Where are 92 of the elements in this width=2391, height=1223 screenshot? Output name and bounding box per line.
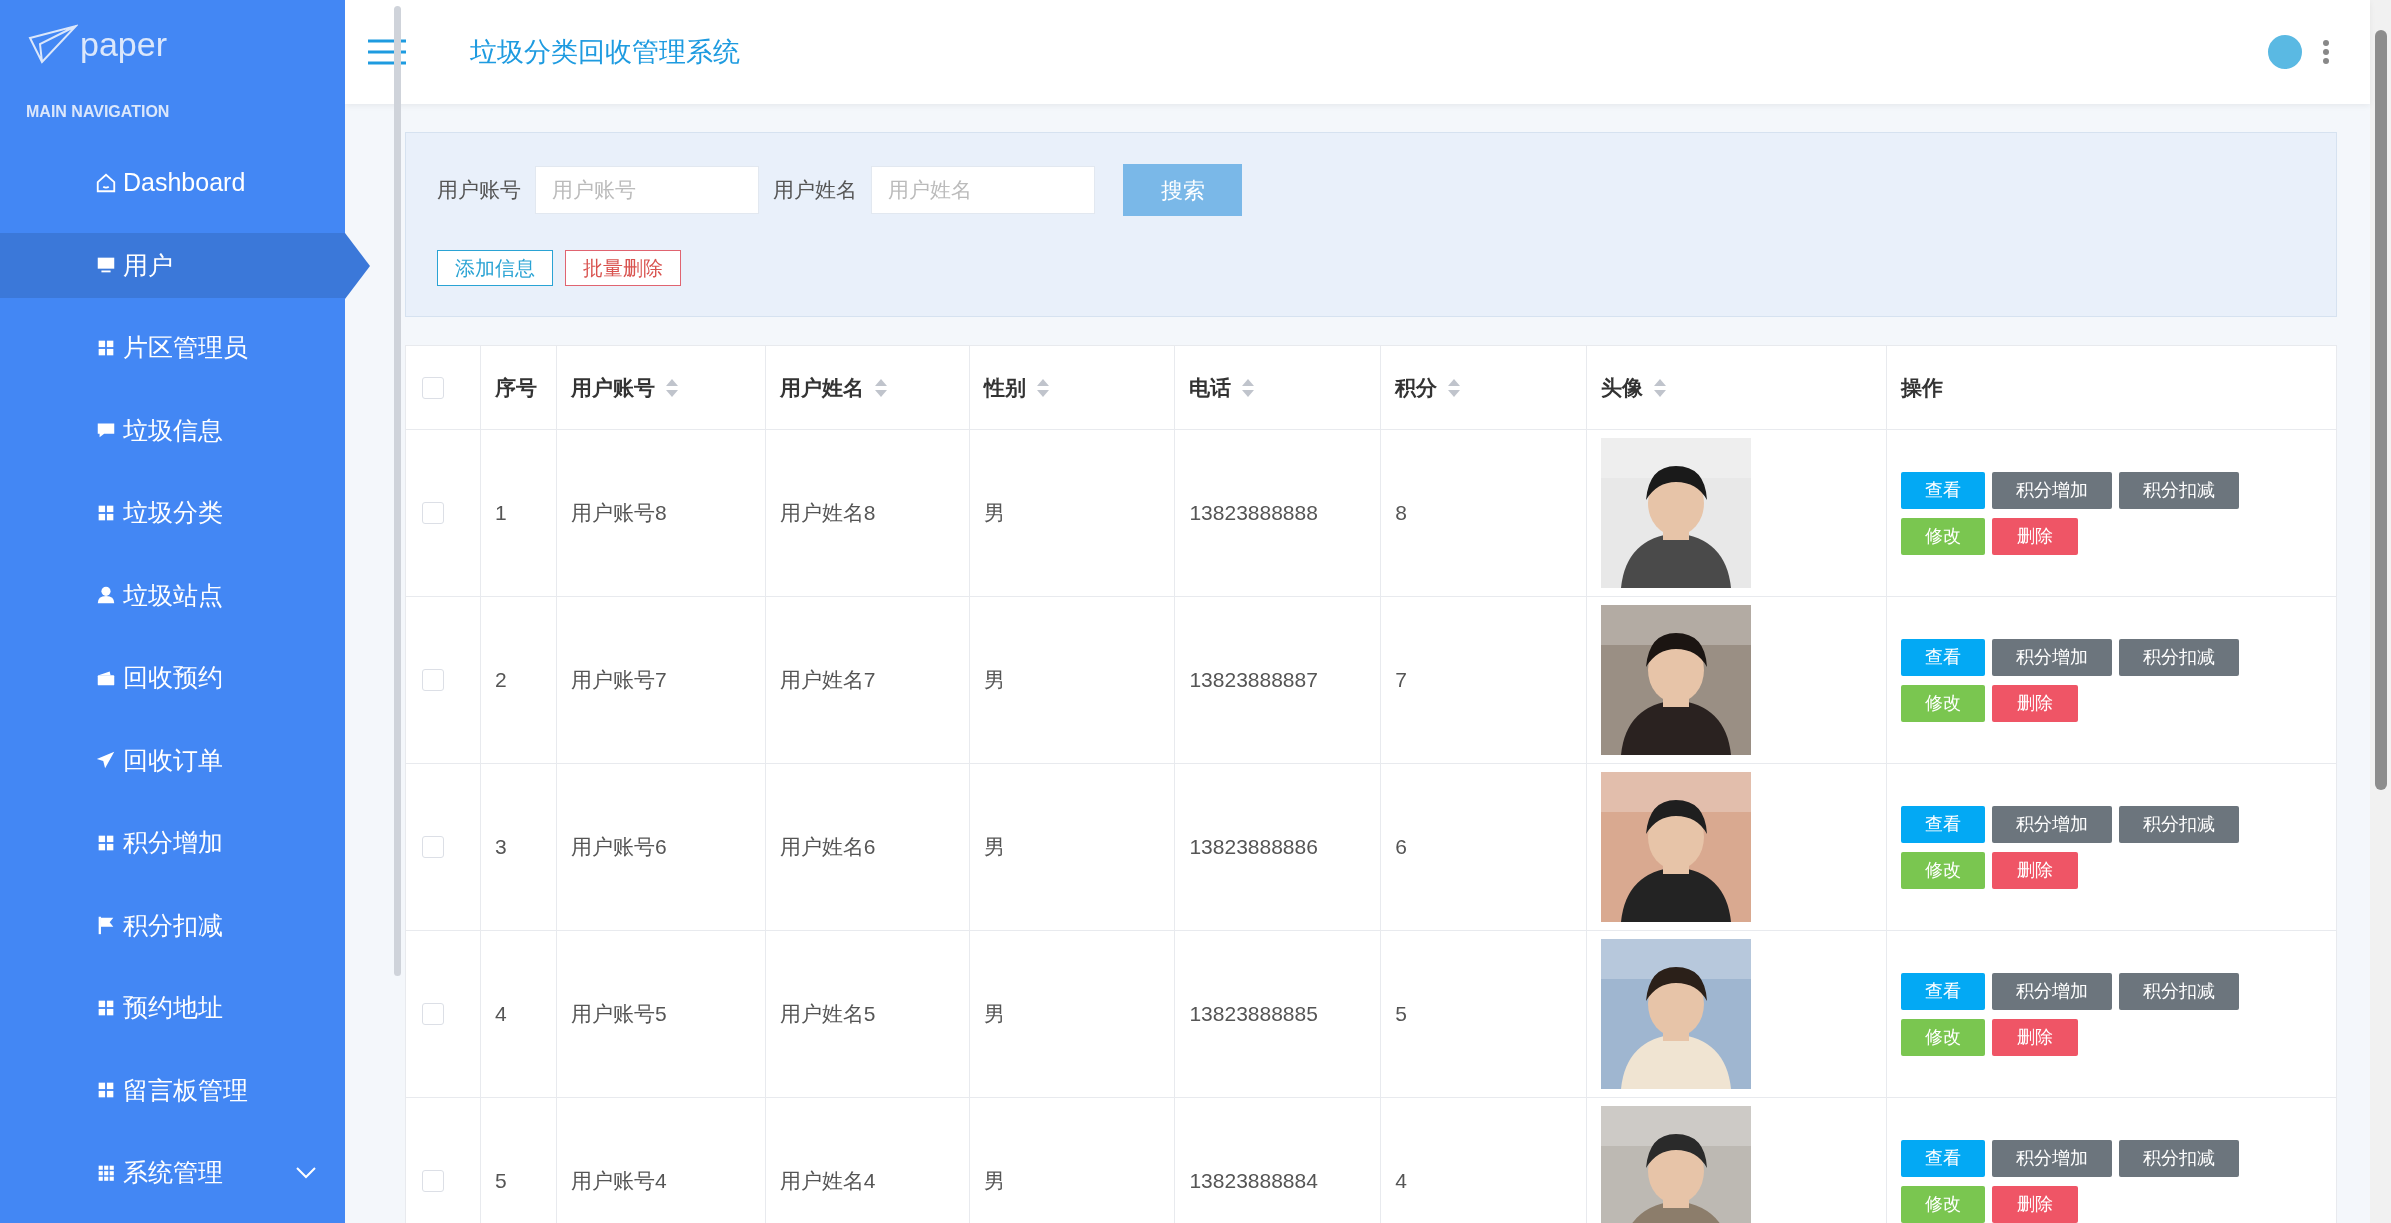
row-action-button[interactable]: 删除 xyxy=(1992,851,2079,889)
app-title: 垃圾分类回收管理系统 xyxy=(470,35,741,69)
table-cell: 13823888887 xyxy=(1174,596,1381,764)
sidebar-item[interactable]: 垃圾站点 xyxy=(0,563,345,628)
row-action-button[interactable]: 积分扣减 xyxy=(2119,638,2240,676)
column-header[interactable]: 用户账号 xyxy=(556,345,766,430)
sidebar-item-label: 垃圾站点 xyxy=(123,579,224,611)
column-header: 操作 xyxy=(1886,345,2337,430)
row-action-button[interactable]: 修改 xyxy=(1901,1185,1986,1223)
section-heading: MAIN NAVIGATION xyxy=(25,101,171,122)
sidebar-item-label: 回收订单 xyxy=(123,744,224,776)
sidebar-item[interactable]: 系统管理 xyxy=(0,1140,345,1206)
row-action-button[interactable]: 删除 xyxy=(1992,684,2079,722)
sidebar-item[interactable]: 积分增加 xyxy=(0,810,345,876)
row-action-button[interactable]: 积分增加 xyxy=(1992,805,2113,843)
sidebar-item-label: 回收预约 xyxy=(123,662,224,694)
sidebar-item[interactable]: 回收预约 xyxy=(0,645,345,711)
row-action-button[interactable]: 积分增加 xyxy=(1992,972,2113,1010)
table-cell: 用户姓名7 xyxy=(765,596,970,764)
table-cell: 用户账号7 xyxy=(556,596,766,764)
row-action-button[interactable]: 查看 xyxy=(1901,972,1986,1010)
sidebar-item[interactable]: Dashboard xyxy=(0,150,345,216)
row-action-button[interactable]: 修改 xyxy=(1901,517,1986,555)
row-action-button[interactable]: 删除 xyxy=(1992,517,2079,555)
sidebar-item-label: 预约地址 xyxy=(123,992,224,1024)
table-cell: 13823888885 xyxy=(1174,930,1381,1098)
row-action-button[interactable]: 积分扣减 xyxy=(2119,471,2240,509)
row-action-button[interactable]: 修改 xyxy=(1901,684,1986,722)
table-cell: 男 xyxy=(969,763,1175,931)
sidebar-item[interactable]: 预约地址 xyxy=(0,975,345,1041)
table-cell: 男 xyxy=(969,596,1175,764)
sidebar-item-label: Dashboard xyxy=(123,167,247,199)
table-cell: 13823888886 xyxy=(1174,763,1381,931)
sidebar-item-label: 垃圾信息 xyxy=(123,414,224,446)
sidebar-item-label: 片区管理员 xyxy=(123,332,249,364)
sidebar-item-label: 系统管理 xyxy=(123,1157,224,1189)
table-cell: 3 xyxy=(480,763,557,931)
table-cell: 5 xyxy=(1380,930,1587,1098)
row-action-button[interactable]: 积分扣减 xyxy=(2119,1139,2240,1177)
table-cell: 用户账号5 xyxy=(556,930,766,1098)
table-cell: 用户姓名5 xyxy=(765,930,970,1098)
sidebar-item-label: 留言板管理 xyxy=(123,1074,249,1106)
search-button[interactable]: 搜索 xyxy=(1123,164,1242,216)
table-cell: 男 xyxy=(969,930,1175,1098)
row-action-button[interactable]: 查看 xyxy=(1901,805,1986,843)
row-action-button[interactable]: 查看 xyxy=(1901,471,1986,509)
column-header[interactable]: 头像 xyxy=(1586,345,1887,430)
column-header[interactable]: 电话 xyxy=(1174,345,1381,430)
row-action-button[interactable]: 修改 xyxy=(1901,851,1986,889)
row-action-button[interactable]: 修改 xyxy=(1901,1018,1986,1056)
row-action-button[interactable]: 查看 xyxy=(1901,1139,1986,1177)
table-cell: 男 xyxy=(969,429,1175,597)
table-cell: 1 xyxy=(480,429,557,597)
sidebar-item[interactable]: 垃圾信息 xyxy=(0,398,345,463)
row-action-button[interactable]: 积分增加 xyxy=(1992,1139,2113,1177)
table-cell: 用户账号8 xyxy=(556,429,766,597)
sidebar-item-label: 积分扣减 xyxy=(123,909,224,941)
row-action-button[interactable]: 积分增加 xyxy=(1992,638,2113,676)
logo-text: paper xyxy=(80,26,167,61)
sidebar-item[interactable]: 垃圾分类 xyxy=(0,480,345,546)
sidebar-item[interactable]: 片区管理员 xyxy=(0,315,345,381)
table-cell: 用户姓名8 xyxy=(765,429,970,597)
table-cell: 6 xyxy=(1380,763,1587,931)
table-cell: 用户账号6 xyxy=(556,763,766,931)
row-action-button[interactable]: 删除 xyxy=(1992,1185,2079,1223)
table-cell: 2 xyxy=(480,596,557,764)
row-action-button[interactable]: 积分增加 xyxy=(1992,471,2113,509)
column-header[interactable]: 积分 xyxy=(1380,345,1587,430)
field-label: 用户账号 xyxy=(437,177,521,204)
sidebar-item[interactable]: 积分扣减 xyxy=(0,893,345,958)
action-button[interactable]: 批量删除 xyxy=(565,250,681,286)
field-label: 用户姓名 xyxy=(773,177,857,204)
row-action-button[interactable]: 删除 xyxy=(1992,1018,2079,1056)
column-header[interactable]: 性别 xyxy=(969,345,1175,430)
row-action-button[interactable]: 积分扣减 xyxy=(2119,805,2240,843)
table-cell: 4 xyxy=(480,930,557,1098)
row-action-button[interactable]: 查看 xyxy=(1901,638,1986,676)
sidebar-item[interactable]: 回收订单 xyxy=(0,728,345,793)
table-cell: 用户姓名6 xyxy=(765,763,970,931)
table-cell: 7 xyxy=(1380,596,1587,764)
input-field[interactable]: 用户姓名 xyxy=(871,166,1095,214)
column-header[interactable]: 用户姓名 xyxy=(765,345,970,430)
table-cell: 13823888888 xyxy=(1174,429,1381,597)
sidebar-item-label: 垃圾分类 xyxy=(123,497,224,529)
action-button[interactable]: 添加信息 xyxy=(437,250,553,286)
sidebar-item-label: 积分增加 xyxy=(123,827,224,859)
sidebar-item-label: 用户 xyxy=(123,249,174,281)
sidebar-item[interactable]: 留言板管理 xyxy=(0,1058,345,1123)
column-header: 序号 xyxy=(480,345,557,430)
table-cell: 8 xyxy=(1380,429,1587,597)
input-field[interactable]: 用户账号 xyxy=(535,166,759,214)
row-action-button[interactable]: 积分扣减 xyxy=(2119,972,2240,1010)
